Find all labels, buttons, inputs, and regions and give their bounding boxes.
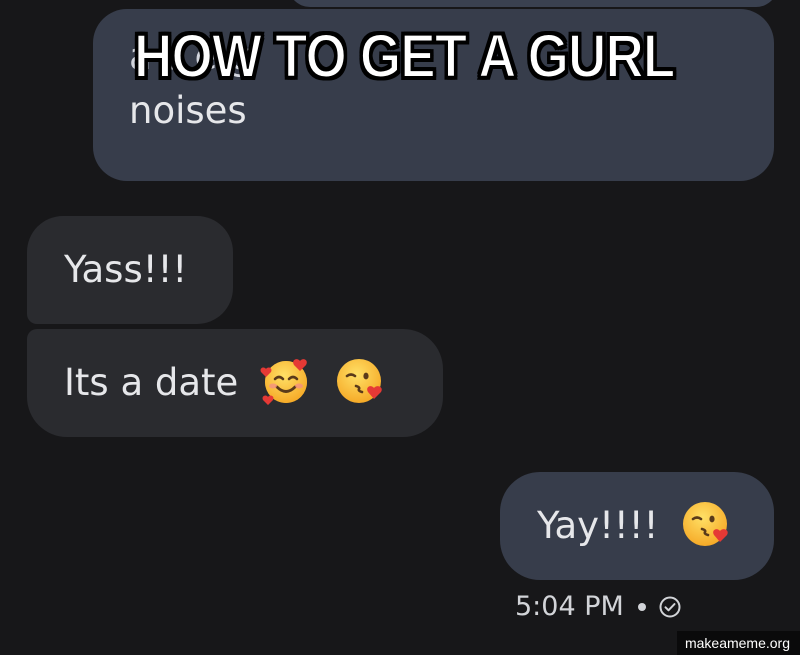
message-text: Its a date (64, 361, 239, 404)
message-bubble-previous[interactable] (288, 0, 778, 7)
message-status: 5:04 PM (515, 590, 682, 624)
message-bubble-received-date[interactable]: Its a date (27, 329, 443, 437)
separator-dot (637, 603, 646, 611)
message-text: Yass!!! (64, 248, 188, 291)
message-thread: a s e g noises Yass!!! Its a date Yay!!!… (0, 0, 800, 655)
message-text: noises (129, 89, 247, 132)
face-blowing-a-kiss-icon (334, 355, 386, 407)
watermark: makeameme.org (676, 631, 800, 655)
message-timestamp: 5:04 PM (515, 591, 624, 622)
smiling-face-with-hearts-icon (260, 355, 312, 407)
meme-caption: HOW TO GET A GURL (133, 21, 676, 91)
message-bubble-received-yass[interactable]: Yass!!! (27, 216, 233, 324)
message-bubble-sent-yay[interactable]: Yay!!!! (500, 472, 774, 580)
face-blowing-a-kiss-icon (680, 498, 732, 550)
check-circle-icon (658, 595, 682, 619)
message-text: Yay!!!! (537, 504, 659, 547)
